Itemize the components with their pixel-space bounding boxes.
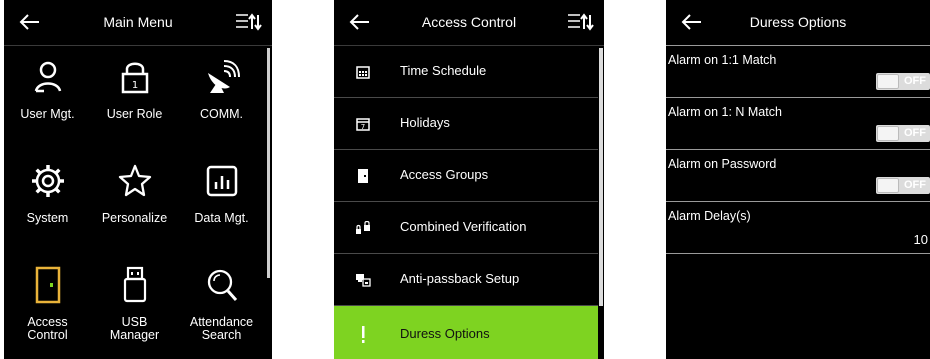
option-alarm-on-password[interactable]: Alarm on Password OFF — [666, 150, 930, 202]
list-item-duress-options[interactable]: Duress Options — [334, 306, 598, 359]
menu-item-label: Attendance Search — [189, 315, 254, 342]
list-item-label: Access Groups — [400, 167, 489, 182]
duress-options-header: Duress Options — [666, 0, 930, 46]
menu-item-label: User Role — [106, 107, 163, 121]
user-icon — [34, 61, 61, 93]
two-locks-icon — [356, 221, 370, 234]
menu-item-label: Access Control — [27, 315, 68, 342]
menu-item-label: USB Manager — [109, 315, 160, 342]
menu-item-user-role[interactable]: 1 User Role — [91, 48, 178, 152]
sort-menu-icon[interactable] — [566, 11, 594, 33]
option-alarm-1-n-match[interactable]: Alarm on 1: N Match OFF — [666, 98, 930, 150]
menu-item-access-control[interactable]: Access Control — [4, 256, 91, 359]
option-label: Alarm Delay(s) — [668, 209, 751, 223]
option-alarm-1-1-match[interactable]: Alarm on 1:1 Match OFF — [666, 46, 930, 98]
toggle-state: OFF — [904, 75, 926, 87]
list-item-holidays[interactable]: 7 Holidays — [334, 98, 598, 150]
main-menu-screen: Main Menu User Mgt. 1 User Role COMM. Sy… — [4, 0, 272, 359]
menu-item-label: Data Mgt. — [194, 211, 249, 225]
menu-grid: User Mgt. 1 User Role COMM. System Perso… — [4, 48, 266, 359]
toggle-knob — [877, 126, 899, 141]
list-item-access-groups[interactable]: Access Groups — [334, 150, 598, 202]
list-item-combined-verification[interactable]: Combined Verification — [334, 202, 598, 254]
access-control-list: Time Schedule 7 Holidays Access Groups C… — [334, 46, 598, 359]
option-label: Alarm on 1: N Match — [668, 105, 782, 119]
menu-item-label: System — [26, 211, 69, 225]
lock-icon: 1 — [121, 62, 148, 94]
bar-chart-icon — [206, 165, 237, 197]
menu-item-user-mgt[interactable]: User Mgt. — [4, 48, 91, 152]
list-item-label: Combined Verification — [400, 219, 527, 234]
toggle-knob — [877, 74, 899, 89]
menu-item-label: Personalize — [101, 211, 168, 225]
list-item-label: Duress Options — [400, 326, 490, 341]
duress-options-list: Alarm on 1:1 Match OFF Alarm on 1: N Mat… — [666, 46, 930, 254]
page-title: Duress Options — [749, 14, 847, 30]
list-item-anti-passback-setup[interactable]: Anti-passback Setup — [334, 254, 598, 306]
menu-item-comm[interactable]: COMM. — [178, 48, 265, 152]
anti-passback-icon — [356, 274, 371, 287]
menu-item-personalize[interactable]: Personalize — [91, 152, 178, 256]
door-icon — [35, 266, 60, 304]
toggle-state: OFF — [904, 179, 926, 191]
list-item-label: Anti-passback Setup — [400, 271, 520, 286]
scrollbar[interactable] — [267, 48, 270, 278]
menu-item-data-mgt[interactable]: Data Mgt. — [178, 152, 265, 256]
scrollbar[interactable] — [599, 48, 603, 306]
usb-icon — [123, 266, 146, 303]
list-item-time-schedule[interactable]: Time Schedule — [334, 46, 598, 98]
duress-options-screen: Duress Options Alarm on 1:1 Match OFF Al… — [666, 0, 930, 359]
alarm-1-n-match-toggle[interactable]: OFF — [876, 125, 930, 142]
alarm-on-password-toggle[interactable]: OFF — [876, 177, 930, 194]
alarm-1-1-match-toggle[interactable]: OFF — [876, 73, 930, 90]
menu-item-label: User Mgt. — [20, 107, 75, 121]
list-item-label: Holidays — [400, 115, 450, 130]
access-control-screen: Access Control Time Schedule 7 Holidays — [334, 0, 604, 359]
list-item-label: Time Schedule — [400, 63, 487, 78]
calendar-grid-icon — [356, 66, 370, 79]
exclamation-icon — [362, 326, 365, 343]
option-label: Alarm on 1:1 Match — [668, 53, 777, 67]
svg-text:1: 1 — [131, 80, 137, 91]
sort-menu-icon[interactable] — [234, 11, 262, 33]
menu-item-attendance-search[interactable]: Attendance Search — [178, 256, 265, 359]
svg-text:7: 7 — [361, 123, 365, 131]
toggle-knob — [877, 178, 899, 193]
satellite-dish-icon — [207, 60, 240, 93]
gear-icon — [31, 165, 64, 197]
magnifier-icon — [207, 269, 237, 301]
menu-item-system[interactable]: System — [4, 152, 91, 256]
option-label: Alarm on Password — [668, 157, 777, 171]
door-icon — [358, 169, 368, 183]
access-control-header: Access Control — [334, 0, 604, 46]
menu-item-label: COMM. — [199, 107, 244, 121]
option-alarm-delay[interactable]: Alarm Delay(s) 10 — [666, 202, 930, 254]
star-icon — [118, 164, 151, 197]
page-title: Main Menu — [103, 14, 173, 30]
calendar-7-icon: 7 — [356, 118, 370, 131]
main-menu-header: Main Menu — [4, 0, 272, 46]
page-title: Access Control — [421, 14, 517, 30]
toggle-state: OFF — [904, 127, 926, 139]
menu-item-usb-manager[interactable]: USB Manager — [91, 256, 178, 359]
alarm-delay-value: 10 — [913, 232, 928, 247]
